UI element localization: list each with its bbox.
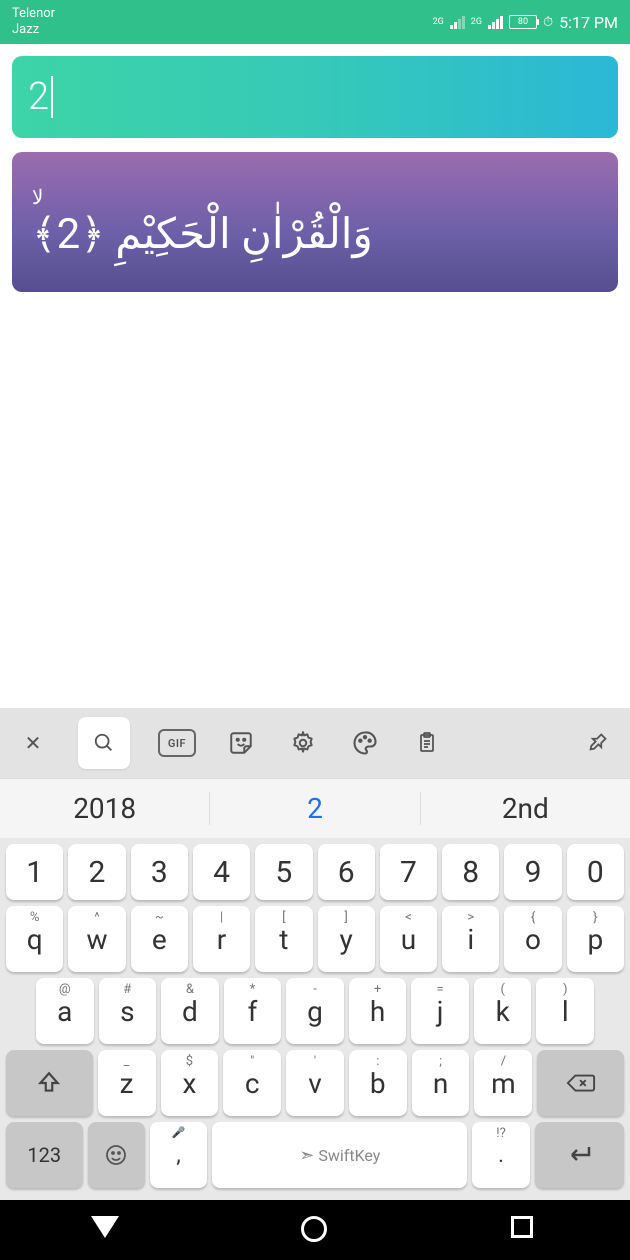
key-m[interactable]: /m xyxy=(474,1050,532,1116)
gif-button[interactable]: GIF xyxy=(158,729,196,757)
key-y[interactable]: ]y xyxy=(318,906,375,972)
bottom-row: 123 🎤, ➣SwiftKey !?. xyxy=(6,1122,624,1188)
suggestion-1[interactable]: 2018 xyxy=(0,792,210,825)
number-row: 1234567890 xyxy=(6,844,624,900)
key-5[interactable]: 5 xyxy=(255,844,312,900)
signal-icon-1 xyxy=(450,16,465,29)
key-p[interactable]: }p xyxy=(567,906,624,972)
suggestion-3[interactable]: 2nd xyxy=(421,792,630,825)
key-3[interactable]: 3 xyxy=(131,844,188,900)
key-e[interactable]: ~e xyxy=(131,906,188,972)
key-q[interactable]: %q xyxy=(6,906,63,972)
key-v[interactable]: 'v xyxy=(286,1050,344,1116)
battery-icon: 80 xyxy=(509,15,537,29)
carrier-2: Jazz xyxy=(12,22,55,38)
back-button[interactable] xyxy=(91,1216,119,1244)
clipboard-icon[interactable] xyxy=(410,726,444,760)
key-l[interactable]: )l xyxy=(536,978,594,1044)
zxcv-row: _z$x"c'v:b;n/m xyxy=(6,1050,624,1116)
key-o[interactable]: {o xyxy=(504,906,561,972)
key-f[interactable]: *f xyxy=(224,978,282,1044)
alarm-icon: ⏱ xyxy=(543,15,553,30)
signal-icon-2 xyxy=(488,16,503,29)
suggestion-bar: 2018 2 2nd xyxy=(0,778,630,838)
key-u[interactable]: <u xyxy=(380,906,437,972)
key-b[interactable]: :b xyxy=(349,1050,407,1116)
key-4[interactable]: 4 xyxy=(193,844,250,900)
key-s[interactable]: #s xyxy=(99,978,157,1044)
enter-key[interactable] xyxy=(535,1122,624,1188)
key-1[interactable]: 1 xyxy=(6,844,63,900)
key-8[interactable]: 8 xyxy=(442,844,499,900)
carrier-1: Telenor xyxy=(12,6,55,22)
space-key[interactable]: ➣SwiftKey xyxy=(212,1122,467,1188)
shift-key[interactable] xyxy=(6,1050,93,1116)
status-right: 2G 2G 80 ⏱ 5:17 PM xyxy=(433,13,618,32)
key-a[interactable]: @a xyxy=(36,978,94,1044)
period-key[interactable]: !?. xyxy=(472,1122,529,1188)
key-z[interactable]: _z xyxy=(98,1050,156,1116)
key-i[interactable]: >i xyxy=(442,906,499,972)
asdf-row: @a#s&d*f-g+h=j(k)l xyxy=(6,978,624,1044)
comma-key[interactable]: 🎤, xyxy=(150,1122,207,1188)
key-t[interactable]: [t xyxy=(255,906,312,972)
gear-icon[interactable] xyxy=(286,726,320,760)
palette-icon[interactable] xyxy=(348,726,382,760)
key-n[interactable]: ;n xyxy=(412,1050,470,1116)
key-j[interactable]: =j xyxy=(411,978,469,1044)
key-7[interactable]: 7 xyxy=(380,844,437,900)
clock-time: 5:17 PM xyxy=(559,13,618,32)
pin-icon[interactable] xyxy=(580,726,614,760)
verse-text: وَالْقُرْاٰنِ الْحَكِيْمِ ﴿2﴾ xyxy=(32,209,373,259)
emoji-key[interactable] xyxy=(88,1122,145,1188)
carrier-info: Telenor Jazz xyxy=(12,6,55,37)
backspace-key[interactable] xyxy=(537,1050,624,1116)
sticker-icon[interactable] xyxy=(224,726,258,760)
qwerty-row: %q^w~e|r[t]y<u>i{o}p xyxy=(6,906,624,972)
suggestion-2[interactable]: 2 xyxy=(210,792,420,825)
key-k[interactable]: (k xyxy=(474,978,532,1044)
search-icon[interactable] xyxy=(78,717,130,769)
key-2[interactable]: 2 xyxy=(68,844,125,900)
status-bar: Telenor Jazz 2G 2G 80 ⏱ 5:17 PM xyxy=(0,0,630,44)
navigation-bar xyxy=(0,1200,630,1260)
key-g[interactable]: -g xyxy=(286,978,344,1044)
verse-result-card[interactable]: لا وَالْقُرْاٰنِ الْحَكِيْمِ ﴿2﴾ xyxy=(12,152,618,292)
home-button[interactable] xyxy=(301,1216,329,1244)
key-c[interactable]: "c xyxy=(223,1050,281,1116)
key-0[interactable]: 0 xyxy=(567,844,624,900)
key-9[interactable]: 9 xyxy=(504,844,561,900)
text-cursor xyxy=(51,76,53,118)
close-icon[interactable]: ✕ xyxy=(16,726,50,760)
search-input-card[interactable]: 2 xyxy=(12,56,618,138)
keyboard-toolbar: ✕ GIF xyxy=(0,708,630,778)
keyboard: ✕ GIF 2018 2 2nd 1234567890 %q^w~e|r[t]y… xyxy=(0,708,630,1200)
key-6[interactable]: 6 xyxy=(318,844,375,900)
key-d[interactable]: &d xyxy=(161,978,219,1044)
network-label-2: 2G xyxy=(471,17,482,27)
switch-123-key[interactable]: 123 xyxy=(6,1122,83,1188)
key-x[interactable]: $x xyxy=(161,1050,219,1116)
verse-mark: لا xyxy=(32,185,43,209)
key-h[interactable]: +h xyxy=(349,978,407,1044)
network-label-1: 2G xyxy=(433,17,444,27)
search-value: 2 xyxy=(28,75,49,119)
key-r[interactable]: |r xyxy=(193,906,250,972)
recent-button[interactable] xyxy=(511,1216,539,1244)
key-w[interactable]: ^w xyxy=(68,906,125,972)
